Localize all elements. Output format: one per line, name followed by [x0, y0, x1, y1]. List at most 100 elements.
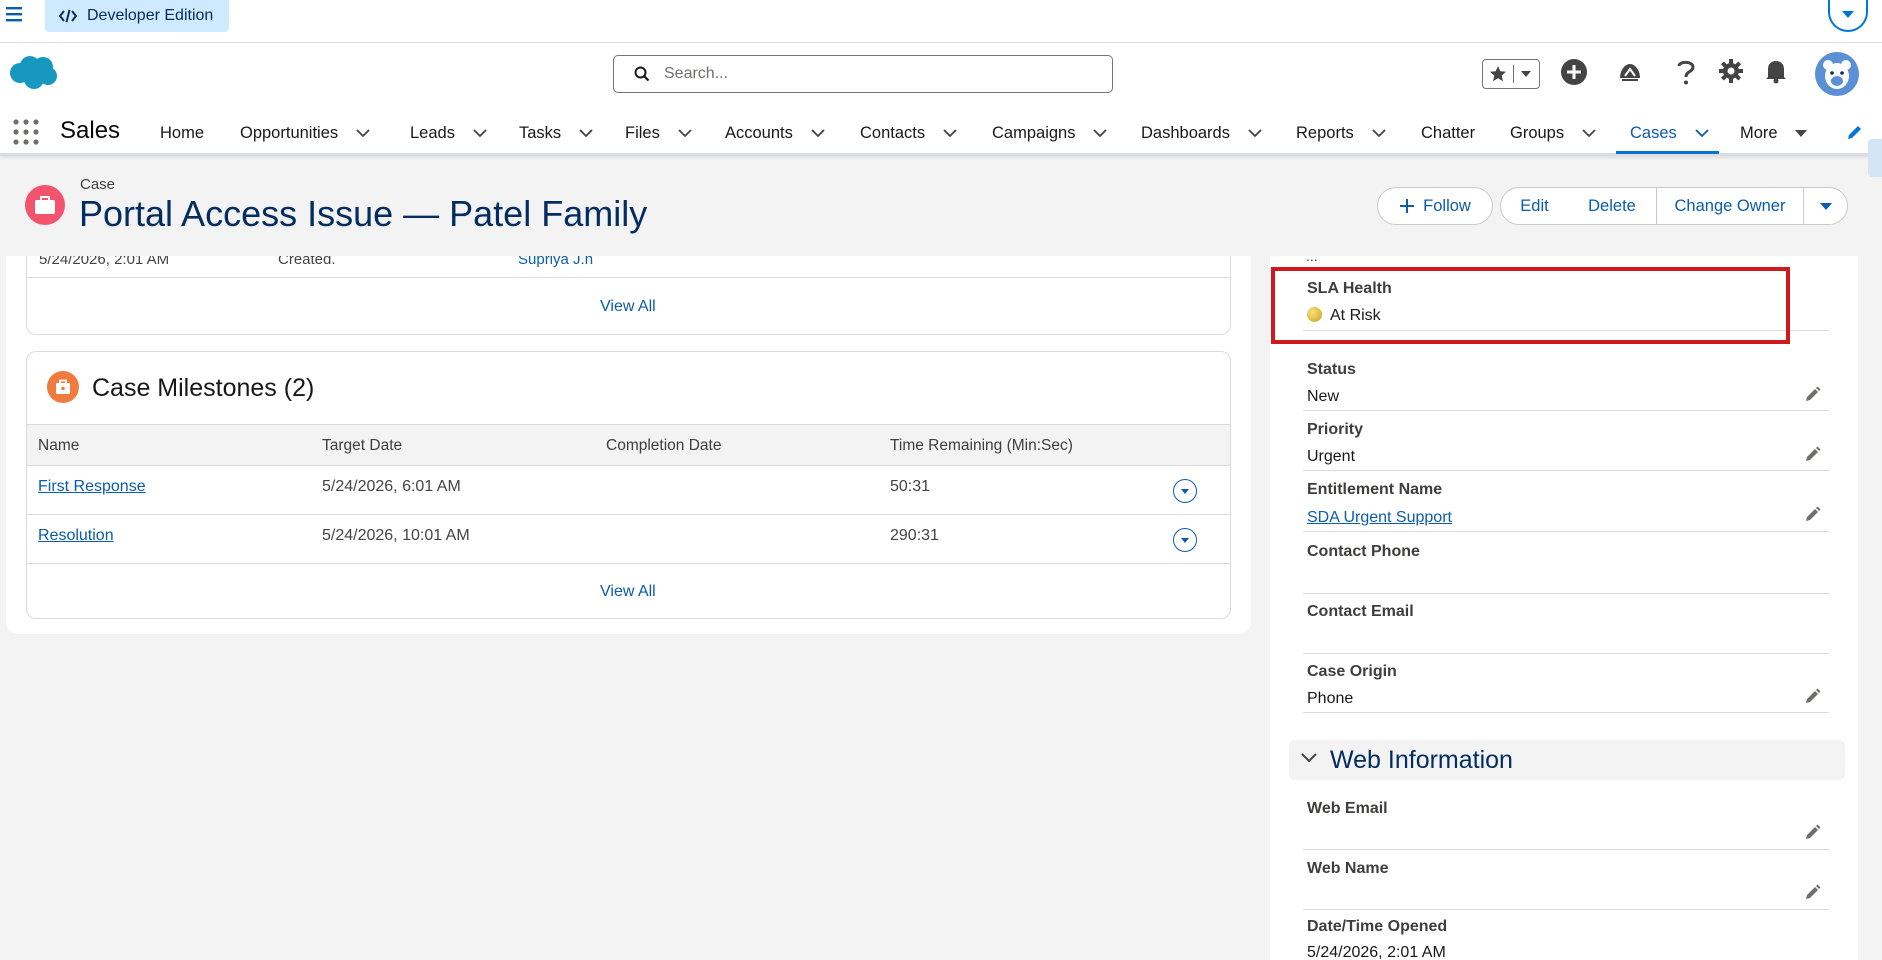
nav-item-dashboards[interactable]: Dashboards	[1141, 113, 1262, 153]
table-row: First Response 5/24/2026, 6:01 AM 50:31	[27, 466, 1230, 515]
nav-item-leads[interactable]: Leads	[410, 113, 487, 153]
nav-item-accounts[interactable]: Accounts	[725, 113, 825, 153]
nav-item-home[interactable]: Home	[160, 113, 204, 153]
dropdown-toggle[interactable]	[1828, 0, 1868, 32]
column-header-name[interactable]: Name	[38, 437, 79, 455]
nav-label: Cases	[1630, 123, 1677, 142]
notifications-bell-icon[interactable]	[1764, 58, 1788, 84]
nav-item-more[interactable]: More	[1740, 113, 1808, 153]
favorites-group	[1482, 59, 1540, 89]
milestone-name-link[interactable]: Resolution	[38, 527, 114, 545]
view-all-milestones-link[interactable]: View All	[600, 583, 656, 601]
nav-label: Contacts	[860, 123, 926, 142]
view-all-history-link[interactable]: View All	[600, 298, 656, 316]
web-information-section-header[interactable]: Web Information	[1289, 740, 1845, 780]
chevron-down-icon[interactable]	[1093, 128, 1108, 138]
more-actions-button[interactable]	[1803, 187, 1848, 225]
nav-label: Accounts	[725, 123, 793, 142]
edit-pencil-icon[interactable]	[1805, 884, 1821, 900]
top-strip: Developer Edition	[0, 0, 1882, 43]
nav-item-groups[interactable]: Groups	[1510, 113, 1596, 153]
history-user-link[interactable]: Supriya J.n	[518, 256, 593, 268]
trailhead-icon[interactable]	[1616, 58, 1644, 86]
change-owner-button[interactable]: Change Owner	[1656, 187, 1804, 225]
chevron-down-icon[interactable]	[678, 128, 692, 138]
milestone-time-remaining: 50:31	[890, 478, 931, 495]
edit-button[interactable]: Edit	[1500, 187, 1569, 225]
field-value: Phone	[1307, 690, 1354, 707]
nav-item-campaigns[interactable]: Campaigns	[992, 113, 1108, 153]
edit-pencil-icon[interactable]	[1805, 446, 1821, 462]
chevron-down-icon[interactable]	[473, 128, 487, 138]
favorite-star-icon[interactable]	[1483, 65, 1514, 83]
app-launcher-icon[interactable]	[12, 118, 40, 146]
utility-panel-handle[interactable]	[1868, 139, 1882, 177]
chevron-down-icon[interactable]	[1248, 128, 1262, 138]
chevron-down-icon[interactable]	[1695, 128, 1709, 138]
history-date: 5/24/2026, 2:01 AM	[39, 256, 170, 268]
code-icon	[59, 9, 77, 23]
table-row: 5/24/2026, 2:01 AM Created. Supriya J.n	[27, 256, 1230, 278]
nav-item-files[interactable]: Files	[625, 113, 692, 153]
column-header-time-remaining[interactable]: Time Remaining (Min:Sec)	[890, 437, 1073, 455]
edit-pencil-icon[interactable]	[1805, 824, 1821, 840]
field-label: Web Name	[1307, 860, 1389, 877]
chevron-down-icon[interactable]	[1582, 128, 1596, 138]
chevron-down-icon[interactable]	[1301, 753, 1317, 763]
setup-gear-icon[interactable]	[1718, 58, 1744, 84]
case-history-card: 5/24/2026, 2:01 AM Created. Supriya J.n …	[26, 256, 1231, 335]
field-contact-phone: Contact Phone	[1303, 536, 1829, 594]
plus-icon	[1399, 198, 1415, 214]
delete-button[interactable]: Delete	[1568, 187, 1657, 225]
search-icon	[634, 66, 650, 82]
milestone-name-link[interactable]: First Response	[38, 478, 146, 496]
nav-item-contacts[interactable]: Contacts	[860, 113, 957, 153]
chevron-down-icon[interactable]	[356, 128, 370, 138]
field-label: Priority	[1307, 421, 1364, 438]
column-header-target-date[interactable]: Target Date	[322, 437, 402, 455]
entitlement-link[interactable]: SDA Urgent Support	[1307, 509, 1452, 527]
nav-label: Opportunities	[240, 123, 339, 142]
row-actions-button[interactable]	[1173, 528, 1197, 552]
table-header: Name Target Date Completion Date Time Re…	[27, 424, 1230, 466]
salesforce-logo[interactable]	[6, 53, 58, 91]
nav-item-reports[interactable]: Reports	[1296, 113, 1386, 153]
milestone-time-remaining: 290:31	[890, 527, 939, 544]
nav-item-cases[interactable]: Cases	[1630, 113, 1709, 153]
field-priority: Priority Urgent	[1303, 414, 1829, 471]
edit-pencil-icon[interactable]	[1805, 506, 1821, 522]
favorites-list-icon[interactable]	[1514, 70, 1539, 78]
caret-down-icon[interactable]	[1794, 129, 1808, 138]
field-value: 5/24/2026, 2:01 AM	[1307, 944, 1446, 960]
follow-label: Follow	[1423, 196, 1471, 215]
developer-edition-badge[interactable]: Developer Edition	[45, 0, 230, 32]
chevron-down-icon[interactable]	[943, 128, 957, 138]
edit-pencil-icon[interactable]	[1805, 688, 1821, 704]
chevron-down-icon[interactable]	[811, 128, 825, 138]
truncated-field-label: ...	[1306, 248, 1318, 264]
user-avatar[interactable]	[1815, 52, 1859, 96]
field-label: Contact Email	[1307, 603, 1414, 620]
chevron-down-icon[interactable]	[579, 128, 593, 138]
chevron-down-icon[interactable]	[1372, 128, 1386, 138]
column-header-completion-date[interactable]: Completion Date	[606, 437, 721, 455]
case-briefcase-icon	[25, 185, 65, 225]
nav-item-opportunities[interactable]: Opportunities	[240, 113, 370, 153]
menu-icon[interactable]	[4, 4, 28, 26]
nav-item-chatter[interactable]: Chatter	[1421, 113, 1475, 153]
field-web-email: Web Email	[1303, 794, 1829, 850]
milestone-target-date: 5/24/2026, 10:01 AM	[322, 527, 470, 544]
edit-pencil-icon[interactable]	[1805, 386, 1821, 402]
nav-item-tasks[interactable]: Tasks	[519, 113, 593, 153]
edition-label: Developer Edition	[87, 7, 214, 24]
global-create-icon[interactable]	[1560, 58, 1588, 86]
global-search-input[interactable]: Search...	[613, 55, 1113, 93]
nav-label: Leads	[410, 123, 455, 142]
follow-button[interactable]: Follow	[1377, 187, 1493, 225]
field-contact-email: Contact Email	[1303, 596, 1829, 654]
edit-nav-pencil-icon[interactable]	[1846, 123, 1864, 141]
caret-down-icon	[1819, 202, 1833, 211]
help-icon[interactable]	[1674, 58, 1698, 86]
field-value: Urgent	[1307, 448, 1356, 465]
row-actions-button[interactable]	[1173, 479, 1197, 503]
